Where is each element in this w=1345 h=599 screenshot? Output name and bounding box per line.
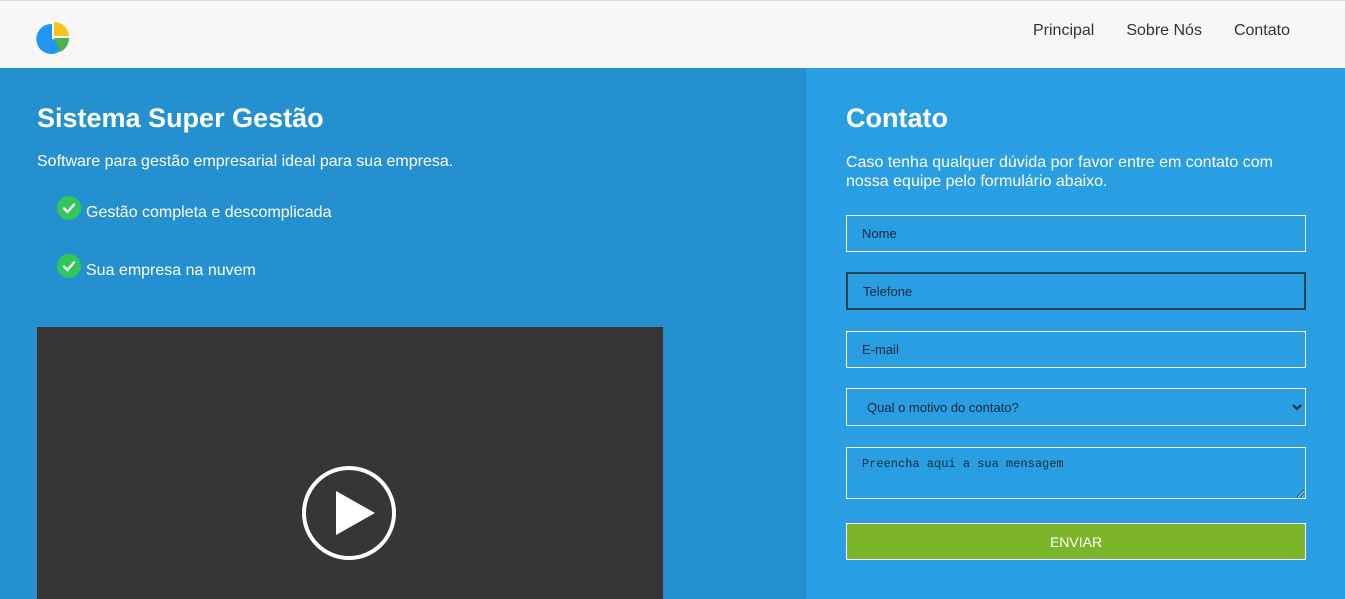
check-circle-icon — [57, 196, 81, 220]
nav-link-principal[interactable]: Principal — [1033, 21, 1094, 41]
top-navbar: Principal Sobre Nós Contato — [0, 0, 1345, 68]
reason-select[interactable]: Qual o motivo do contato? — [846, 388, 1306, 426]
email-field[interactable] — [846, 331, 1306, 368]
check-circle-icon — [57, 254, 81, 278]
play-icon[interactable] — [301, 465, 397, 561]
feature-label: Sua empresa na nuvem — [86, 262, 256, 279]
phone-field[interactable] — [846, 272, 1306, 310]
feature-item: Sua empresa na nuvem — [57, 254, 256, 283]
name-field[interactable] — [846, 215, 1306, 252]
feature-label: Gestão completa e descomplicada — [86, 204, 332, 221]
hero-section: Sistema Super Gestão Software para gestã… — [0, 68, 806, 599]
hero-title: Sistema Super Gestão — [37, 103, 324, 133]
submit-button[interactable]: ENVIAR — [846, 523, 1306, 560]
feature-item: Gestão completa e descomplicada — [57, 196, 332, 225]
nav-link-sobre-nos[interactable]: Sobre Nós — [1126, 21, 1202, 41]
hero-subtitle: Software para gestão empresarial ideal p… — [37, 153, 454, 170]
contact-title: Contato — [846, 103, 948, 133]
pie-chart-logo-icon[interactable] — [36, 21, 70, 55]
nav-link-contato[interactable]: Contato — [1234, 21, 1290, 41]
video-player[interactable] — [37, 327, 663, 599]
contact-section: Contato Caso tenha qualquer dúvida por f… — [806, 68, 1345, 599]
message-field[interactable] — [846, 447, 1306, 499]
contact-description: Caso tenha qualquer dúvida por favor ent… — [846, 154, 1273, 190]
main-nav: Principal Sobre Nós Contato — [1033, 21, 1290, 41]
